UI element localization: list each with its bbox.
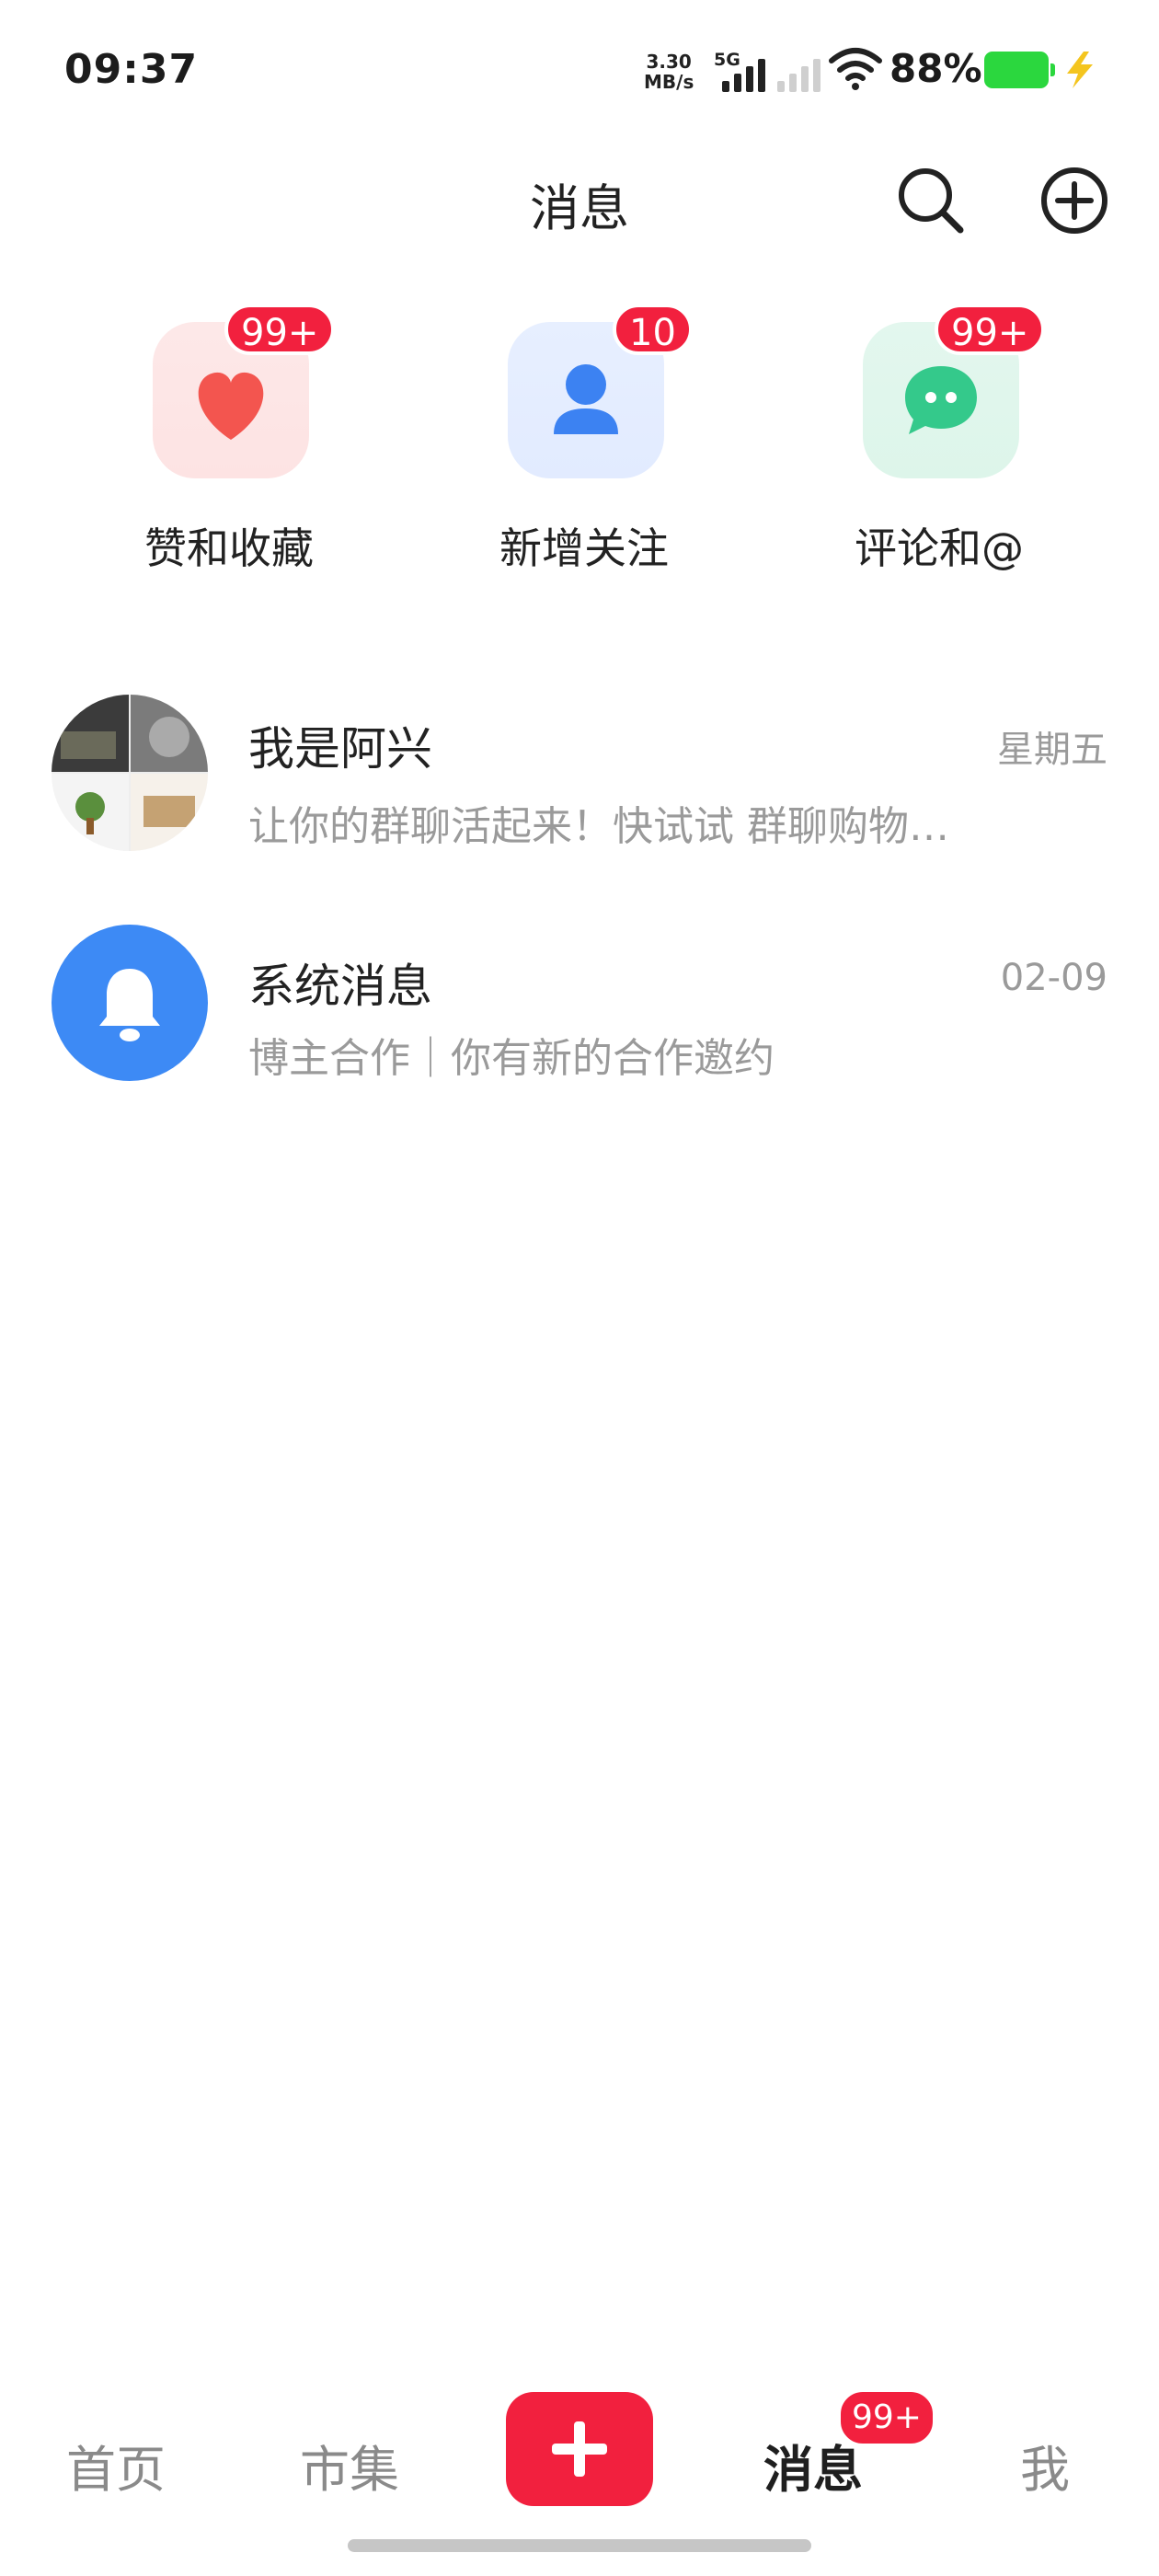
- comments-label: 评论和@: [855, 523, 1024, 573]
- system-avatar: [52, 925, 208, 1081]
- status-time: 09:37: [64, 46, 199, 93]
- list-item-system-messages[interactable]: 系统消息 02-09 博主合作｜你有新的合作邀约: [0, 920, 1159, 1104]
- conversation-name: 我是阿兴: [248, 722, 432, 776]
- likes-label: 赞和收藏: [144, 523, 314, 573]
- battery-percent: 88%: [889, 46, 982, 91]
- followers-badge: 10: [613, 304, 693, 355]
- plus-circle-icon[interactable]: [1038, 164, 1111, 237]
- signal-strength-secondary-icon: [777, 52, 820, 92]
- group-avatar: [52, 695, 208, 851]
- comments-badge: 99+: [935, 304, 1046, 355]
- conversation-time: 02-09: [1000, 957, 1107, 999]
- conversation-preview: 让你的群聊活起来！快试试 群聊购物…: [248, 803, 949, 850]
- charging-bolt-icon: [1067, 52, 1093, 88]
- messages-tab-badge: 99+: [837, 2388, 936, 2447]
- page-title: 消息: [530, 179, 629, 237]
- group-collage-image: [52, 695, 208, 851]
- bell-icon: [99, 969, 160, 1041]
- create-post-button[interactable]: [506, 2392, 653, 2506]
- tab-home[interactable]: 首页: [42, 2429, 189, 2501]
- conversation-time: 星期五: [997, 729, 1107, 771]
- conversation-name: 系统消息: [248, 960, 432, 1013]
- battery-icon: [984, 52, 1055, 88]
- signal-strength-icon: [722, 52, 765, 92]
- list-item-group-chat[interactable]: 我是阿兴 星期五 让你的群聊活起来！快试试 群聊购物…: [0, 681, 1159, 865]
- tab-me[interactable]: 我: [971, 2429, 1119, 2501]
- status-bar: 09:37 3.30 MB/s 5G 88%: [0, 0, 1159, 138]
- likes-badge: 99+: [224, 304, 336, 355]
- network-speed: 3.30 MB/s: [644, 51, 694, 93]
- tab-market[interactable]: 市集: [276, 2429, 423, 2501]
- wifi-icon: [829, 48, 882, 90]
- search-icon[interactable]: [894, 164, 968, 237]
- home-indicator[interactable]: [348, 2539, 811, 2552]
- followers-label: 新增关注: [499, 523, 669, 573]
- conversation-preview: 博主合作｜你有新的合作邀约: [248, 1035, 775, 1082]
